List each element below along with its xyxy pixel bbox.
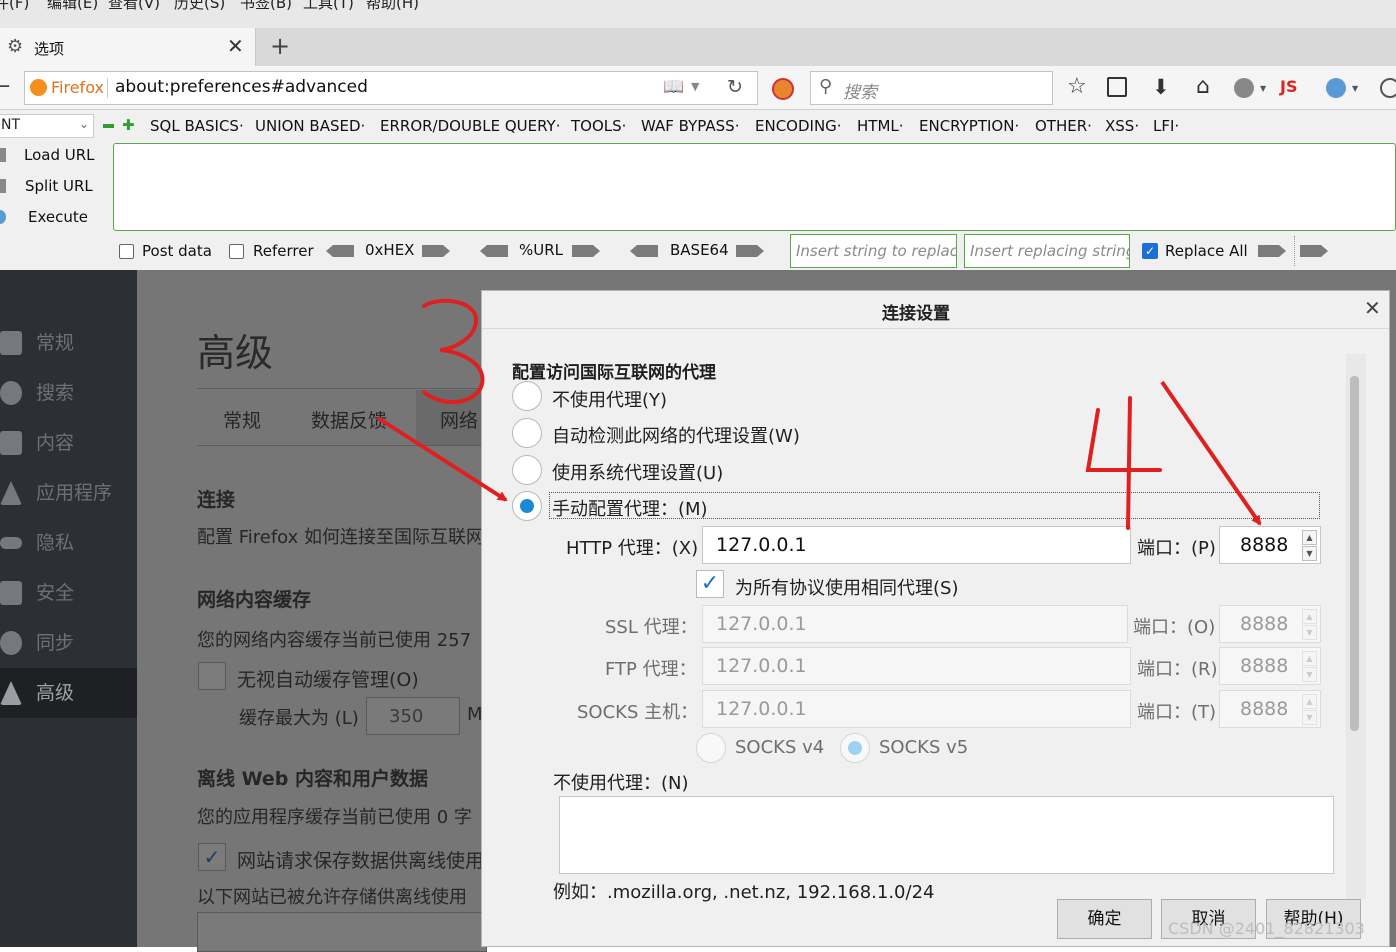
watermark: CSDN @2401_82821303	[1168, 919, 1365, 938]
arrow-to-port	[1160, 380, 1262, 526]
arrow-to-manual-proxy	[376, 416, 508, 502]
annotation-four-glyph	[1085, 396, 1162, 530]
annotation-three-glyph	[422, 298, 485, 404]
annotation-overlay	[376, 298, 1262, 530]
